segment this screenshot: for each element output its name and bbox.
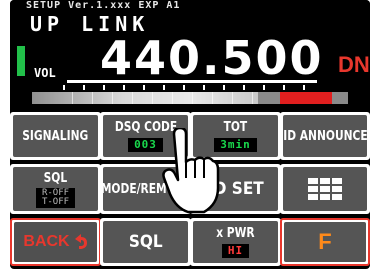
signaling-label: SIGNALING [22,128,89,144]
sql-setting-button[interactable]: SQL R-OFF T-OFF [10,164,101,214]
volume-indicator [17,46,25,76]
back-label: BACK [23,233,70,250]
vol-label: VOL [34,66,56,80]
menu-grid-button[interactable] [280,164,370,214]
sql-big-label: SQL [128,232,163,252]
dsq-code-value: 003 [128,138,163,152]
radio-screen: SETUP Ver.1.xxx EXP A1 UP LINK VOL 440.5… [10,0,370,269]
f-button[interactable]: F [280,218,370,266]
signal-meter [32,92,348,104]
id-announce-label: ID ANNOUNCE [282,128,368,144]
volume-line [67,80,317,83]
tx-pwr-value: HI [221,244,250,258]
mode-indicator: DN [338,52,370,77]
f-label: F [318,229,332,254]
back-button[interactable]: BACK [10,218,101,266]
sql-button[interactable]: SQL [100,218,191,266]
sql-status: R-OFF T-OFF [35,187,76,208]
frequency-display: 440.500 [100,31,324,85]
grid-icon [308,178,342,200]
tx-pwr-button[interactable]: x PWR HI [190,218,281,266]
scale-ticks [55,85,355,91]
return-arrow-icon [74,234,87,249]
display-area: SETUP Ver.1.xxx EXP A1 UP LINK VOL 440.5… [10,0,370,110]
status-line: SETUP Ver.1.xxx EXP A1 [26,0,181,11]
signaling-button[interactable]: SIGNALING [10,112,101,160]
id-announce-button[interactable]: ID ANNOUNCE [280,112,370,160]
meter-fill [32,92,258,104]
sql-label: SQL [43,170,68,186]
meter-red-zone [280,92,332,104]
tx-pwr-label: x PWR [216,226,255,241]
pointing-hand-icon [162,128,220,214]
